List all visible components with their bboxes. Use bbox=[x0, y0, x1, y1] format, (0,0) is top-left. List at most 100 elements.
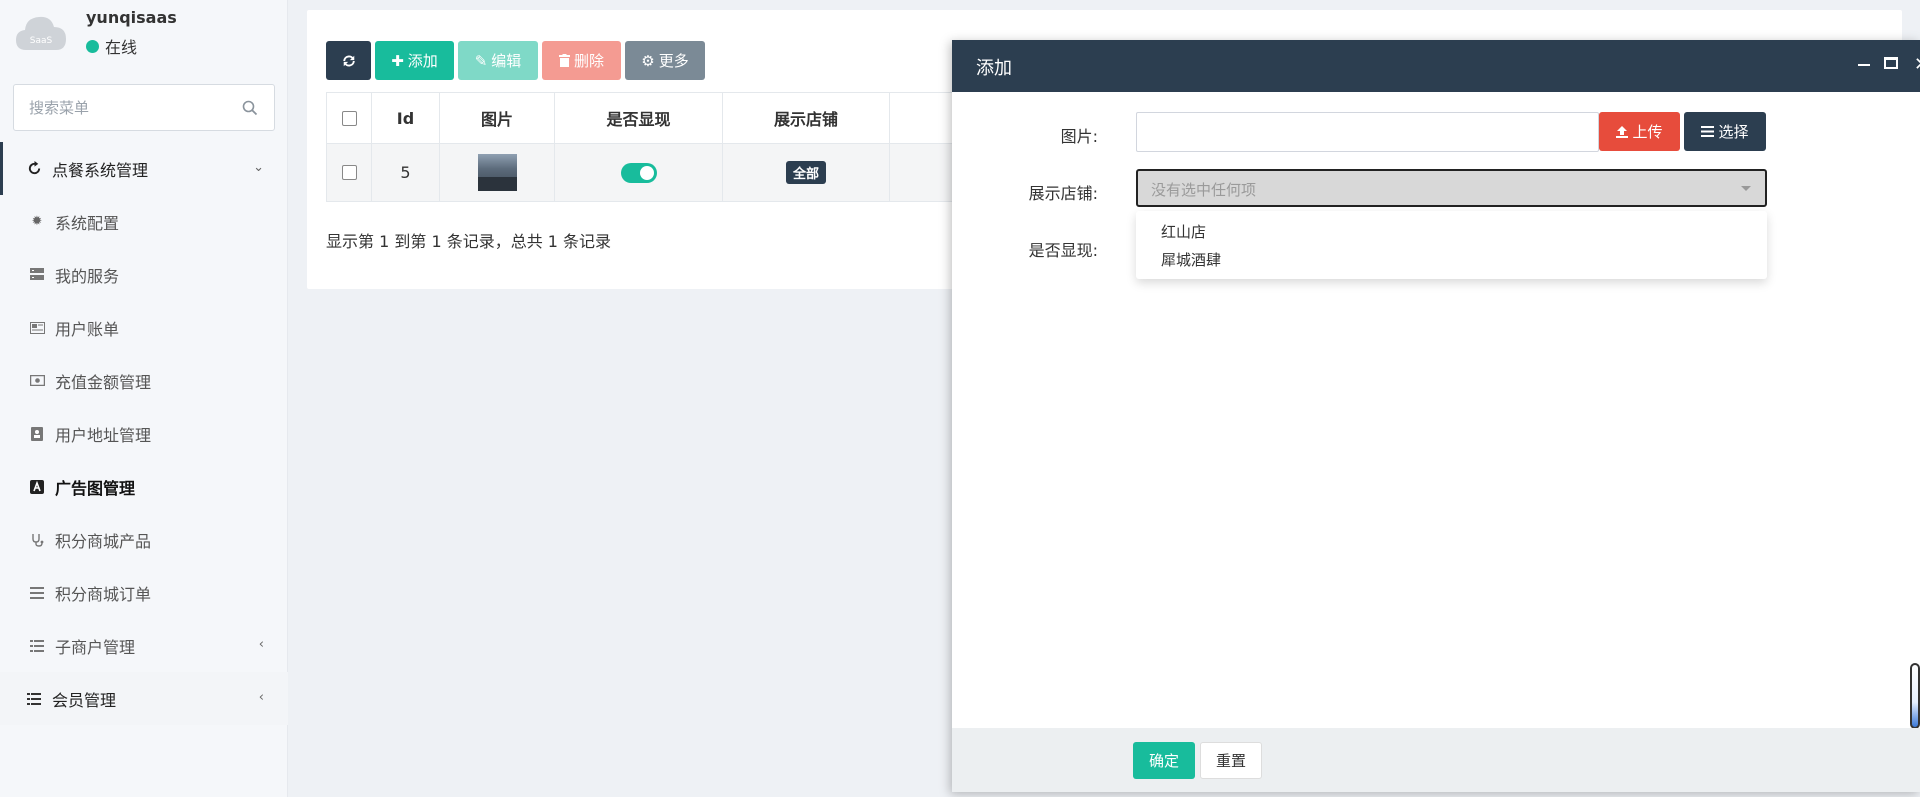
upload-button[interactable]: 上传 bbox=[1599, 112, 1680, 151]
confirm-button[interactable]: 确定 bbox=[1133, 742, 1195, 779]
sidebar-item-points-products[interactable]: 积分商城产品 bbox=[0, 513, 288, 566]
user-panel: SaaS yunqisaas 在线 bbox=[14, 8, 274, 68]
chevron-left-icon: ‹ bbox=[258, 637, 264, 652]
sidebar-item-label: 会员管理 bbox=[52, 690, 117, 710]
dialog-header[interactable]: 添加 ✕ bbox=[952, 40, 1920, 92]
sidebar-item-my-services[interactable]: 我的服务 bbox=[0, 248, 288, 301]
menu-search-box bbox=[13, 84, 275, 131]
image-label: 图片: bbox=[1060, 127, 1098, 146]
avatar[interactable]: SaaS bbox=[14, 10, 68, 54]
store-select[interactable]: 没有选中任何项 bbox=[1136, 169, 1767, 207]
refresh-button[interactable] bbox=[326, 41, 371, 80]
reset-button[interactable]: 重置 bbox=[1200, 742, 1262, 779]
ad-icon bbox=[29, 479, 45, 495]
upload-icon bbox=[1616, 125, 1629, 138]
sidebar-item-ad-images[interactable]: 广告图管理 bbox=[0, 460, 288, 513]
avatar-text: SaaS bbox=[30, 36, 53, 46]
sidebar-item-label: 用户地址管理 bbox=[55, 425, 152, 445]
online-dot-icon bbox=[86, 39, 99, 53]
add-dialog: 添加 ✕ 图片: 上传 选择 展示店铺: 没有选中任何项 是否显现: 红山店 犀… bbox=[952, 40, 1920, 792]
server-icon bbox=[29, 267, 45, 283]
edit-button[interactable]: ✎ 编辑 bbox=[458, 41, 538, 80]
sidebar-item-system-config[interactable]: ✹ 系统配置 bbox=[0, 195, 288, 248]
more-button[interactable]: ⚙ 更多 bbox=[625, 41, 705, 80]
sidebar: SaaS yunqisaas 在线 点餐系统管理 ⌄ ✹ 系统配置 bbox=[0, 0, 288, 797]
column-header-image: 图片 bbox=[440, 93, 555, 143]
minimize-icon[interactable] bbox=[1858, 64, 1870, 66]
edit-button-label: 编辑 bbox=[491, 52, 522, 70]
store-option[interactable]: 红山店 bbox=[1136, 217, 1767, 245]
form-row-image: 图片: 上传 选择 bbox=[952, 112, 1920, 152]
sidebar-item-address[interactable]: 用户地址管理 bbox=[0, 407, 288, 460]
sidebar-item-label: 广告图管理 bbox=[55, 478, 136, 498]
menu-search-input[interactable] bbox=[14, 85, 214, 130]
user-name: yunqisaas bbox=[86, 8, 177, 27]
dialog-title: 添加 bbox=[976, 58, 1012, 79]
sidebar-item-label: 用户账单 bbox=[55, 319, 120, 339]
image-path-input[interactable] bbox=[1136, 112, 1599, 152]
delete-button[interactable]: 删除 bbox=[542, 41, 621, 80]
sidebar-item-label: 充值金额管理 bbox=[55, 372, 152, 392]
toolbar: ✚ 添加 ✎ 编辑 删除 ⚙ 更多 bbox=[326, 41, 705, 80]
stethoscope-icon bbox=[29, 532, 45, 548]
sidebar-item-label: 我的服务 bbox=[55, 266, 120, 286]
cell-store: 全部 bbox=[723, 144, 890, 201]
refresh-icon bbox=[342, 55, 355, 66]
cell-show bbox=[555, 144, 723, 201]
sidebar-item-recharge[interactable]: 充值金额管理 bbox=[0, 354, 288, 407]
show-label: 是否显现: bbox=[1028, 241, 1098, 260]
delete-button-label: 删除 bbox=[573, 52, 604, 70]
store-option[interactable]: 犀城酒肆 bbox=[1136, 245, 1767, 273]
sidebar-item-ordering-system[interactable]: 点餐系统管理 ⌄ bbox=[0, 142, 288, 195]
choose-button[interactable]: 选择 bbox=[1684, 112, 1766, 151]
bars-icon bbox=[29, 585, 45, 601]
sidebar-menu: 点餐系统管理 ⌄ ✹ 系统配置 我的服务 用户账单 充值金额管理 用户地址管理 … bbox=[0, 142, 288, 725]
store-label: 展示店铺: bbox=[1028, 184, 1098, 203]
row-checkbox-cell bbox=[327, 144, 372, 201]
more-button-label: 更多 bbox=[658, 52, 689, 70]
plus-icon: ✚ bbox=[391, 51, 404, 70]
list-icon bbox=[26, 691, 42, 707]
search-icon[interactable] bbox=[242, 100, 258, 116]
sidebar-item-label: 点餐系统管理 bbox=[52, 160, 149, 180]
gear-icon: ⚙ bbox=[641, 51, 655, 70]
select-all-checkbox[interactable] bbox=[341, 110, 357, 126]
store-badge: 全部 bbox=[785, 161, 826, 184]
add-button-label: 添加 bbox=[407, 52, 438, 70]
close-icon[interactable]: ✕ bbox=[1914, 54, 1920, 72]
sidebar-item-label: 积分商城产品 bbox=[55, 531, 152, 551]
chevron-down-icon: ⌄ bbox=[253, 160, 264, 175]
sidebar-item-points-orders[interactable]: 积分商城订单 bbox=[0, 566, 288, 619]
dialog-footer: 确定 重置 bbox=[952, 728, 1920, 792]
store-dropdown-menu: 红山店 犀城酒肆 bbox=[1136, 211, 1767, 279]
gear-icon: ✹ bbox=[31, 214, 43, 229]
money-icon bbox=[29, 373, 45, 389]
newspaper-icon bbox=[29, 320, 45, 336]
cloud-icon: SaaS bbox=[16, 16, 66, 51]
maximize-icon[interactable] bbox=[1884, 57, 1898, 69]
sidebar-item-label: 子商户管理 bbox=[55, 637, 136, 657]
form-row-store: 展示店铺: 没有选中任何项 bbox=[952, 169, 1920, 209]
upload-button-label: 上传 bbox=[1632, 123, 1663, 141]
cell-id: 5 bbox=[372, 144, 440, 201]
show-toggle[interactable] bbox=[620, 162, 657, 183]
user-status: 在线 bbox=[86, 34, 137, 58]
pagination-info: 显示第 1 到第 1 条记录，总共 1 条记录 bbox=[326, 232, 612, 251]
sidebar-item-members[interactable]: 会员管理 ‹ bbox=[0, 672, 288, 725]
add-button[interactable]: ✚ 添加 bbox=[375, 41, 454, 80]
scrollbar-thumb[interactable] bbox=[1910, 663, 1920, 729]
ad-thumbnail[interactable] bbox=[477, 154, 517, 191]
choose-button-label: 选择 bbox=[1718, 123, 1749, 141]
sidebar-item-sub-merchants[interactable]: 子商户管理 ‹ bbox=[0, 619, 288, 672]
address-book-icon bbox=[29, 426, 45, 442]
column-header-id[interactable]: Id bbox=[372, 93, 440, 143]
trash-icon bbox=[558, 54, 570, 67]
column-header-store: 展示店铺 bbox=[723, 93, 890, 143]
sidebar-item-label: 系统配置 bbox=[55, 213, 120, 233]
column-header-show: 是否显现 bbox=[555, 93, 723, 143]
sidebar-item-user-bills[interactable]: 用户账单 bbox=[0, 301, 288, 354]
list-icon bbox=[29, 638, 45, 654]
row-checkbox[interactable] bbox=[341, 165, 357, 180]
refresh-circle-icon bbox=[26, 161, 42, 177]
header-checkbox-cell bbox=[327, 93, 372, 143]
